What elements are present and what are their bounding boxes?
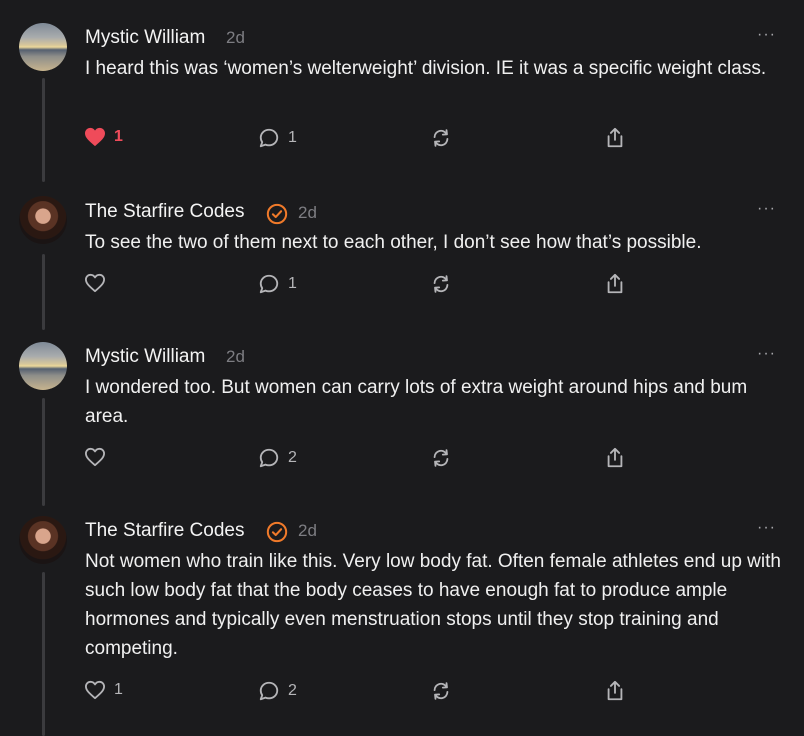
more-icon[interactable]: ··· bbox=[757, 345, 776, 363]
share-icon bbox=[607, 273, 623, 294]
post-time: 2d bbox=[298, 203, 317, 222]
like-button[interactable] bbox=[84, 273, 114, 293]
author-name[interactable]: The Starfire Codes bbox=[85, 520, 244, 542]
heart-icon bbox=[85, 127, 105, 147]
reply-button[interactable]: 2 bbox=[258, 447, 297, 469]
reply-count: 1 bbox=[288, 275, 297, 292]
heart-icon bbox=[85, 680, 105, 700]
post-text: To see the two of them next to each othe… bbox=[85, 232, 702, 253]
verified-badge-icon bbox=[266, 521, 288, 543]
more-icon[interactable]: ··· bbox=[757, 519, 776, 537]
author-name[interactable]: Mystic William bbox=[85, 346, 205, 368]
post-time: 2d bbox=[226, 28, 245, 47]
more-icon[interactable]: ··· bbox=[757, 200, 776, 218]
repost-icon bbox=[433, 449, 449, 467]
like-count: 1 bbox=[114, 128, 123, 145]
share-button[interactable] bbox=[604, 272, 626, 296]
post-text: I heard this was ‘women’s welterweight’ … bbox=[85, 58, 767, 79]
reply-count: 1 bbox=[288, 129, 297, 146]
avatar[interactable] bbox=[19, 516, 67, 564]
repost-button[interactable] bbox=[430, 680, 452, 702]
author-name[interactable]: Mystic William bbox=[85, 27, 205, 49]
thread-line bbox=[42, 572, 45, 736]
share-button[interactable] bbox=[604, 679, 626, 703]
repost-icon bbox=[433, 682, 449, 700]
comment-icon bbox=[259, 128, 279, 148]
post-text: Not women who train like this. Very low … bbox=[85, 551, 781, 659]
thread-line bbox=[42, 398, 45, 506]
verified-badge-icon bbox=[266, 203, 288, 225]
reply-button[interactable]: 2 bbox=[258, 680, 297, 702]
like-button[interactable] bbox=[84, 447, 114, 467]
repost-button[interactable] bbox=[430, 127, 452, 149]
reply-count: 2 bbox=[288, 682, 297, 699]
like-button[interactable]: 1 bbox=[84, 680, 123, 700]
share-icon bbox=[607, 680, 623, 701]
comment-icon bbox=[259, 274, 279, 294]
heart-icon bbox=[85, 447, 105, 467]
like-count: 1 bbox=[114, 681, 123, 698]
reply-count: 2 bbox=[288, 449, 297, 466]
reply-button[interactable]: 1 bbox=[258, 127, 297, 149]
share-button[interactable] bbox=[604, 126, 626, 150]
reply-button[interactable]: 1 bbox=[258, 273, 297, 295]
avatar[interactable] bbox=[19, 23, 67, 71]
comment-icon bbox=[259, 448, 279, 468]
like-button[interactable]: 1 bbox=[84, 127, 123, 147]
share-icon bbox=[607, 447, 623, 468]
more-icon[interactable]: ··· bbox=[757, 26, 776, 44]
avatar[interactable] bbox=[19, 342, 67, 390]
repost-icon bbox=[433, 275, 449, 293]
thread-line bbox=[42, 78, 45, 182]
repost-icon bbox=[433, 129, 449, 147]
comment-icon bbox=[259, 681, 279, 701]
author-name[interactable]: The Starfire Codes bbox=[85, 201, 244, 223]
share-button[interactable] bbox=[604, 446, 626, 470]
post-text: I wondered too. But women can carry lots… bbox=[85, 377, 748, 427]
post-time: 2d bbox=[298, 521, 317, 540]
post-time: 2d bbox=[226, 347, 245, 366]
thread-line bbox=[42, 254, 45, 330]
avatar[interactable] bbox=[19, 196, 67, 244]
repost-button[interactable] bbox=[430, 447, 452, 469]
heart-icon bbox=[85, 273, 105, 293]
share-icon bbox=[607, 127, 623, 148]
repost-button[interactable] bbox=[430, 273, 452, 295]
